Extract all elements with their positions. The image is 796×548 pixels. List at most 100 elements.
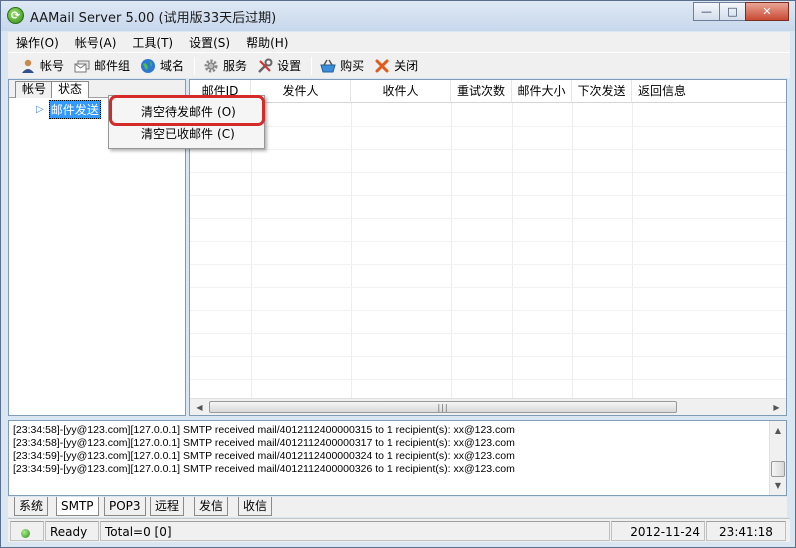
- status-bar: Ready Total=0 [0] 2012-11-24 23:41:18: [8, 518, 790, 542]
- window-controls: — □ ✕: [693, 2, 789, 21]
- close-button[interactable]: 关闭: [374, 57, 418, 74]
- mail-group-button-label: 邮件组: [94, 59, 131, 73]
- status-time: 23:41:18: [706, 521, 786, 541]
- service-button-label: 服务: [223, 59, 248, 73]
- menu-item-clear-pending[interactable]: 清空待发邮件 (O): [111, 101, 262, 123]
- menu-account[interactable]: 帐号(A): [67, 34, 125, 51]
- log-lines: [23:34:58]-[yy@123.com][127.0.0.1] SMTP …: [13, 424, 763, 476]
- close-button-label: 关闭: [394, 59, 419, 73]
- scroll-up-icon[interactable]: ▲: [770, 422, 786, 439]
- window-title: AAMail Server 5.00 (试用版33天后过期): [30, 11, 277, 26]
- grid-row-line: [190, 379, 786, 380]
- grid-row-line: [190, 172, 786, 173]
- menu-item-clear-received[interactable]: 清空已收邮件 (C): [111, 123, 262, 145]
- main-window: ⟳ AAMail Server 5.00 (试用版33天后过期) — □ ✕ 操…: [0, 0, 796, 548]
- scroll-left-icon[interactable]: ◀: [191, 399, 208, 415]
- grid-column-line: [572, 103, 573, 399]
- service-button[interactable]: 服务: [203, 57, 247, 74]
- column-header-sender[interactable]: 发件人: [251, 80, 351, 103]
- account-button-label: 帐号: [40, 59, 65, 73]
- menu-operate[interactable]: 操作(O): [8, 34, 67, 51]
- menu-item-shortcut: (C): [217, 127, 235, 141]
- grid-row-line: [190, 241, 786, 242]
- vertical-scrollbar[interactable]: ▲ ▼: [769, 421, 786, 495]
- status-date: 2012-11-24: [611, 521, 705, 541]
- log-line: [23:34:59]-[yy@123.com][127.0.0.1] SMTP …: [13, 463, 515, 475]
- scroll-thumb[interactable]: |||: [209, 401, 677, 413]
- shopping-basket-icon: [320, 58, 336, 74]
- tab-pop3[interactable]: POP3: [104, 497, 146, 516]
- grid-column-line: [351, 103, 352, 399]
- tab-receive-mail[interactable]: 收信: [238, 497, 273, 516]
- scroll-right-icon[interactable]: ▶: [768, 399, 785, 415]
- log-line: [23:34:58]-[yy@123.com][127.0.0.1] SMTP …: [13, 424, 515, 436]
- menu-item-label: 清空待发邮件: [141, 105, 214, 119]
- grid-row-line: [190, 356, 786, 357]
- menu-help[interactable]: 帮助(H): [238, 34, 296, 51]
- column-header-recipient[interactable]: 收件人: [351, 80, 451, 103]
- log-tab-strip: 系统 SMTP POP3 远程 发信 收信: [8, 497, 787, 517]
- toolbar-separator: [311, 56, 313, 75]
- grid-column-line: [512, 103, 513, 399]
- grid-row-line: [190, 149, 786, 150]
- tab-send-mail[interactable]: 发信: [194, 497, 229, 516]
- status-total: Total=0 [0]: [100, 521, 610, 541]
- menu-bar: 操作(O) 帐号(A) 工具(T) 设置(S) 帮助(H): [8, 32, 790, 52]
- app-logo-icon: ⟳: [7, 7, 24, 24]
- log-line: [23:34:59]-[yy@123.com][127.0.0.1] SMTP …: [13, 450, 515, 462]
- column-header-mail-size[interactable]: 邮件大小: [512, 80, 572, 103]
- status-indicator-cell: [10, 521, 44, 541]
- domain-button-label: 域名: [160, 59, 185, 73]
- menu-tools[interactable]: 工具(T): [124, 34, 181, 51]
- menu-settings[interactable]: 设置(S): [181, 34, 238, 51]
- grid-row-line: [190, 333, 786, 334]
- buy-button[interactable]: 购买: [320, 57, 364, 74]
- log-panel: [23:34:58]-[yy@123.com][127.0.0.1] SMTP …: [8, 420, 787, 496]
- scroll-down-icon[interactable]: ▼: [770, 477, 786, 494]
- mail-group-button[interactable]: 邮件组: [74, 57, 130, 74]
- grid-row-line: [190, 195, 786, 196]
- horizontal-scrollbar[interactable]: ◀ ||| ▶: [190, 398, 786, 415]
- mail-queue-grid: 邮件ID 发件人 收件人 重试次数 邮件大小 下次发送 返回信息 ◀ ||| ▶: [189, 79, 787, 416]
- grid-row-line: [190, 310, 786, 311]
- maximize-button[interactable]: □: [719, 2, 746, 21]
- grid-column-line: [632, 103, 633, 399]
- expand-arrow-icon[interactable]: ▷: [36, 104, 44, 115]
- buy-button-label: 购买: [340, 59, 365, 73]
- settings-button[interactable]: 设置: [257, 57, 301, 74]
- user-icon: [20, 58, 36, 74]
- tab-smtp[interactable]: SMTP: [56, 497, 99, 516]
- tools-icon: [257, 58, 273, 74]
- grid-row-line: [190, 126, 786, 127]
- domain-button[interactable]: 域名: [140, 57, 184, 74]
- toolbar: 帐号 邮件组 域名 服务 设置 购买 关闭: [8, 52, 790, 78]
- grid-header: 邮件ID 发件人 收件人 重试次数 邮件大小 下次发送 返回信息: [190, 80, 786, 103]
- status-dot-icon: [21, 529, 30, 538]
- column-header-next-send[interactable]: 下次发送: [572, 80, 632, 103]
- tab-remote[interactable]: 远程: [150, 497, 185, 516]
- tab-status[interactable]: 状态: [51, 81, 90, 99]
- scroll-thumb[interactable]: [771, 461, 785, 477]
- column-header-retries[interactable]: 重试次数: [451, 80, 512, 103]
- tab-account[interactable]: 帐号: [15, 81, 54, 98]
- close-icon: [374, 58, 390, 74]
- tree-item-mail-sending[interactable]: ▷ 邮件发送: [36, 100, 101, 119]
- settings-button-label: 设置: [277, 59, 302, 73]
- title-bar: ⟳ AAMail Server 5.00 (试用版33天后过期) — □ ✕: [1, 1, 795, 31]
- column-header-return-info[interactable]: 返回信息: [632, 80, 692, 103]
- grid-column-line: [451, 103, 452, 399]
- tab-system[interactable]: 系统: [14, 497, 49, 516]
- grid-row-line: [190, 287, 786, 288]
- status-ready: Ready: [45, 521, 99, 541]
- log-line: [23:34:58]-[yy@123.com][127.0.0.1] SMTP …: [13, 437, 515, 449]
- close-window-button[interactable]: ✕: [745, 2, 789, 21]
- toolbar-separator: [194, 56, 196, 75]
- menu-item-shortcut: (O): [217, 105, 236, 119]
- menu-item-label: 清空已收邮件: [141, 127, 214, 141]
- minimize-button[interactable]: —: [693, 2, 720, 21]
- gear-icon: [203, 58, 219, 74]
- context-menu: 清空待发邮件 (O) 清空已收邮件 (C): [108, 95, 265, 149]
- grid-row-line: [190, 218, 786, 219]
- account-button[interactable]: 帐号: [20, 57, 64, 74]
- mail-group-icon: [74, 58, 90, 74]
